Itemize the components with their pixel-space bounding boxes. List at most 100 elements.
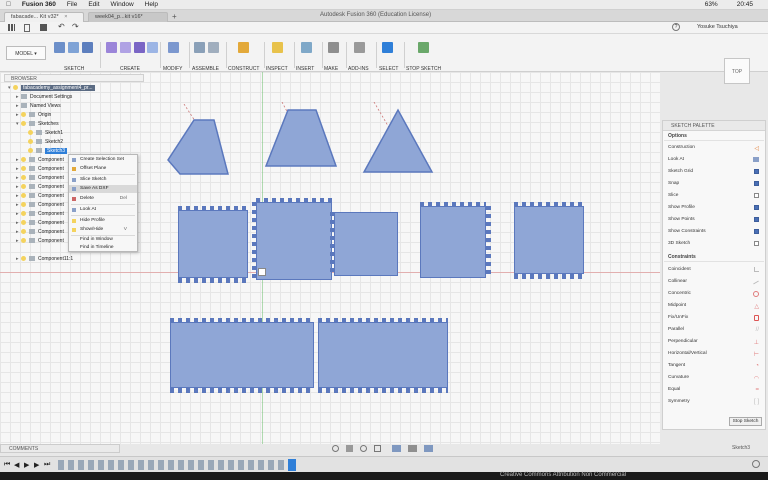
constraint-tangent[interactable]: Tangent	[668, 363, 685, 368]
tree-item-component[interactable]: ▸ Component	[16, 228, 64, 237]
visibility-bulb-icon[interactable]	[21, 166, 26, 172]
inspect-group[interactable]: INSPECT	[266, 38, 292, 72]
visibility-bulb-icon[interactable]	[13, 85, 18, 91]
joint-icon[interactable]	[208, 42, 219, 53]
visibility-bulb-icon[interactable]	[21, 202, 26, 208]
line-icon[interactable]	[68, 42, 79, 53]
3d-sketch-checkbox[interactable]	[754, 241, 759, 246]
scripts-icon[interactable]	[354, 42, 365, 53]
visibility-bulb-icon[interactable]	[21, 112, 26, 118]
menu-item-look-at[interactable]: Look At	[69, 206, 137, 214]
constraint-collinear[interactable]: Collinear	[668, 279, 687, 284]
revolve-icon[interactable]	[120, 42, 131, 53]
clock[interactable]: 20:45	[737, 1, 753, 8]
tree-item-component[interactable]: ▸ Component	[16, 210, 64, 219]
menu-item-slice-sketch[interactable]: Slice Sketch	[69, 176, 137, 184]
offset-plane-icon[interactable]	[238, 42, 249, 53]
app-menu[interactable]: Fusion 360	[22, 1, 56, 8]
triangle-profile-3[interactable]	[360, 102, 436, 174]
press-pull-icon[interactable]	[168, 42, 179, 53]
option-show-points[interactable]: Show Points	[668, 217, 695, 222]
menu-window[interactable]: Window	[111, 1, 134, 8]
visibility-bulb-icon[interactable]	[28, 148, 33, 154]
constraint-curvature[interactable]: Curvature	[668, 375, 689, 380]
make-group[interactable]: MAKE	[324, 38, 346, 72]
constraint-fix-unfix[interactable]: Fix/UnFix	[668, 315, 688, 320]
look-at-icon[interactable]	[753, 157, 759, 162]
sweep-icon[interactable]	[134, 42, 145, 53]
tree-item-component[interactable]: ▸ Component	[16, 192, 64, 201]
show-points-checkbox[interactable]	[754, 217, 759, 222]
option-show-profile[interactable]: Show Profile	[668, 205, 695, 210]
tree-item-sketches[interactable]: ▾ Sketches	[16, 120, 59, 129]
tree-item-component[interactable]: ▸ Component	[16, 174, 64, 183]
select-arrow-icon[interactable]	[382, 42, 393, 53]
constraint-coincident[interactable]: Coincident	[668, 267, 691, 272]
tree-item-component[interactable]: ▸ Component	[16, 165, 64, 174]
palette-header[interactable]: SKETCH PALETTE	[663, 121, 765, 131]
viewports-icon[interactable]	[424, 445, 433, 452]
sketch-grid-checkbox[interactable]	[754, 169, 759, 174]
tree-item-component[interactable]: ▸ Component	[16, 156, 64, 165]
box-icon[interactable]	[147, 42, 158, 53]
menu-edit[interactable]: Edit	[88, 1, 99, 8]
sketch-group[interactable]: SKETCH	[52, 38, 96, 72]
constraint-symmetry[interactable]: Symmetry	[668, 399, 690, 404]
doc-tab-inactive[interactable]: week04_p...kit v16*	[88, 12, 168, 22]
tree-item-named-views[interactable]: ▸ Named Views	[16, 102, 61, 111]
new-component-icon[interactable]	[194, 42, 205, 53]
long-panel-profile-2[interactable]	[318, 322, 448, 388]
constraint-midpoint[interactable]: Midpoint	[668, 303, 686, 308]
zoom-icon[interactable]	[360, 445, 367, 452]
stop-sketch-icon[interactable]	[418, 42, 429, 53]
visibility-bulb-icon[interactable]	[21, 220, 26, 226]
tree-item-component[interactable]: ▸ Component	[16, 201, 64, 210]
menu-item-hide-profile[interactable]: Hide Profile	[69, 217, 137, 225]
apple-icon[interactable]: 	[6, 1, 11, 8]
show-profile-checkbox[interactable]	[754, 205, 759, 210]
tree-item-sketch3[interactable]: Sketch3	[28, 147, 68, 156]
modify-group[interactable]: MODIFY	[163, 38, 187, 72]
panel-profile-1[interactable]	[178, 210, 248, 278]
close-icon[interactable]: ×	[64, 14, 67, 20]
create-sketch-icon[interactable]	[54, 42, 65, 53]
doc-tab-active[interactable]: fabacade... Kit v32* ×	[4, 12, 84, 22]
menu-item-find-in-window[interactable]: Find in Window	[69, 236, 137, 244]
insert-image-icon[interactable]	[301, 42, 312, 53]
construct-group[interactable]: CONSTRUCT	[228, 38, 262, 72]
panel-profile-3[interactable]	[334, 212, 398, 276]
comments-bar[interactable]: COMMENTS	[0, 444, 120, 453]
new-tab-icon[interactable]: +	[172, 12, 177, 21]
measure-icon[interactable]	[272, 42, 283, 53]
visibility-bulb-icon[interactable]	[21, 184, 26, 190]
stop-sketch-button[interactable]: Stop Sketch	[729, 417, 762, 426]
menu-file[interactable]: File	[67, 1, 77, 8]
pan-icon[interactable]	[346, 445, 353, 452]
visibility-bulb-icon[interactable]	[21, 211, 26, 217]
option-snap[interactable]: Snap	[668, 181, 679, 186]
menu-item-find-in-timeline[interactable]: Find in Timeline	[69, 244, 137, 252]
visibility-bulb-icon[interactable]	[28, 139, 33, 145]
rectangle-icon[interactable]	[82, 42, 93, 53]
browser-root[interactable]: ▾ fabacademy_assignment4_pr...	[8, 84, 95, 93]
timeline-settings-icon[interactable]	[752, 460, 760, 468]
help-icon[interactable]: ?	[672, 23, 680, 31]
panel-profile-4[interactable]	[420, 206, 486, 278]
timeline-last-icon[interactable]: ⏭	[44, 461, 50, 469]
undo-icon[interactable]: ↶	[58, 22, 65, 31]
visibility-bulb-icon[interactable]	[21, 157, 26, 163]
option-3d-sketch[interactable]: 3D Sketch	[668, 241, 690, 246]
menu-item-show-hide[interactable]: Show/Hide V	[69, 226, 137, 234]
timeline-play-icon[interactable]: ▶	[24, 461, 29, 469]
addins-group[interactable]: ADD-INS	[348, 38, 374, 72]
menu-item-create-selection-set[interactable]: Create Selection Set	[69, 156, 137, 164]
option-show-constraints[interactable]: Show Constraints	[668, 229, 706, 234]
construction-icon[interactable]: ◁	[754, 145, 759, 152]
tree-item-document-settings[interactable]: ▸ Document Settings	[16, 93, 72, 102]
view-cube[interactable]: TOP	[724, 58, 750, 84]
panel-profile-5[interactable]	[514, 206, 584, 274]
tree-item-sketch1[interactable]: Sketch1	[28, 129, 63, 138]
visibility-bulb-icon[interactable]	[21, 238, 26, 244]
constraint-horizontal-vertical[interactable]: Horizontal/Vertical	[668, 351, 707, 356]
redo-icon[interactable]: ↷	[72, 22, 79, 31]
